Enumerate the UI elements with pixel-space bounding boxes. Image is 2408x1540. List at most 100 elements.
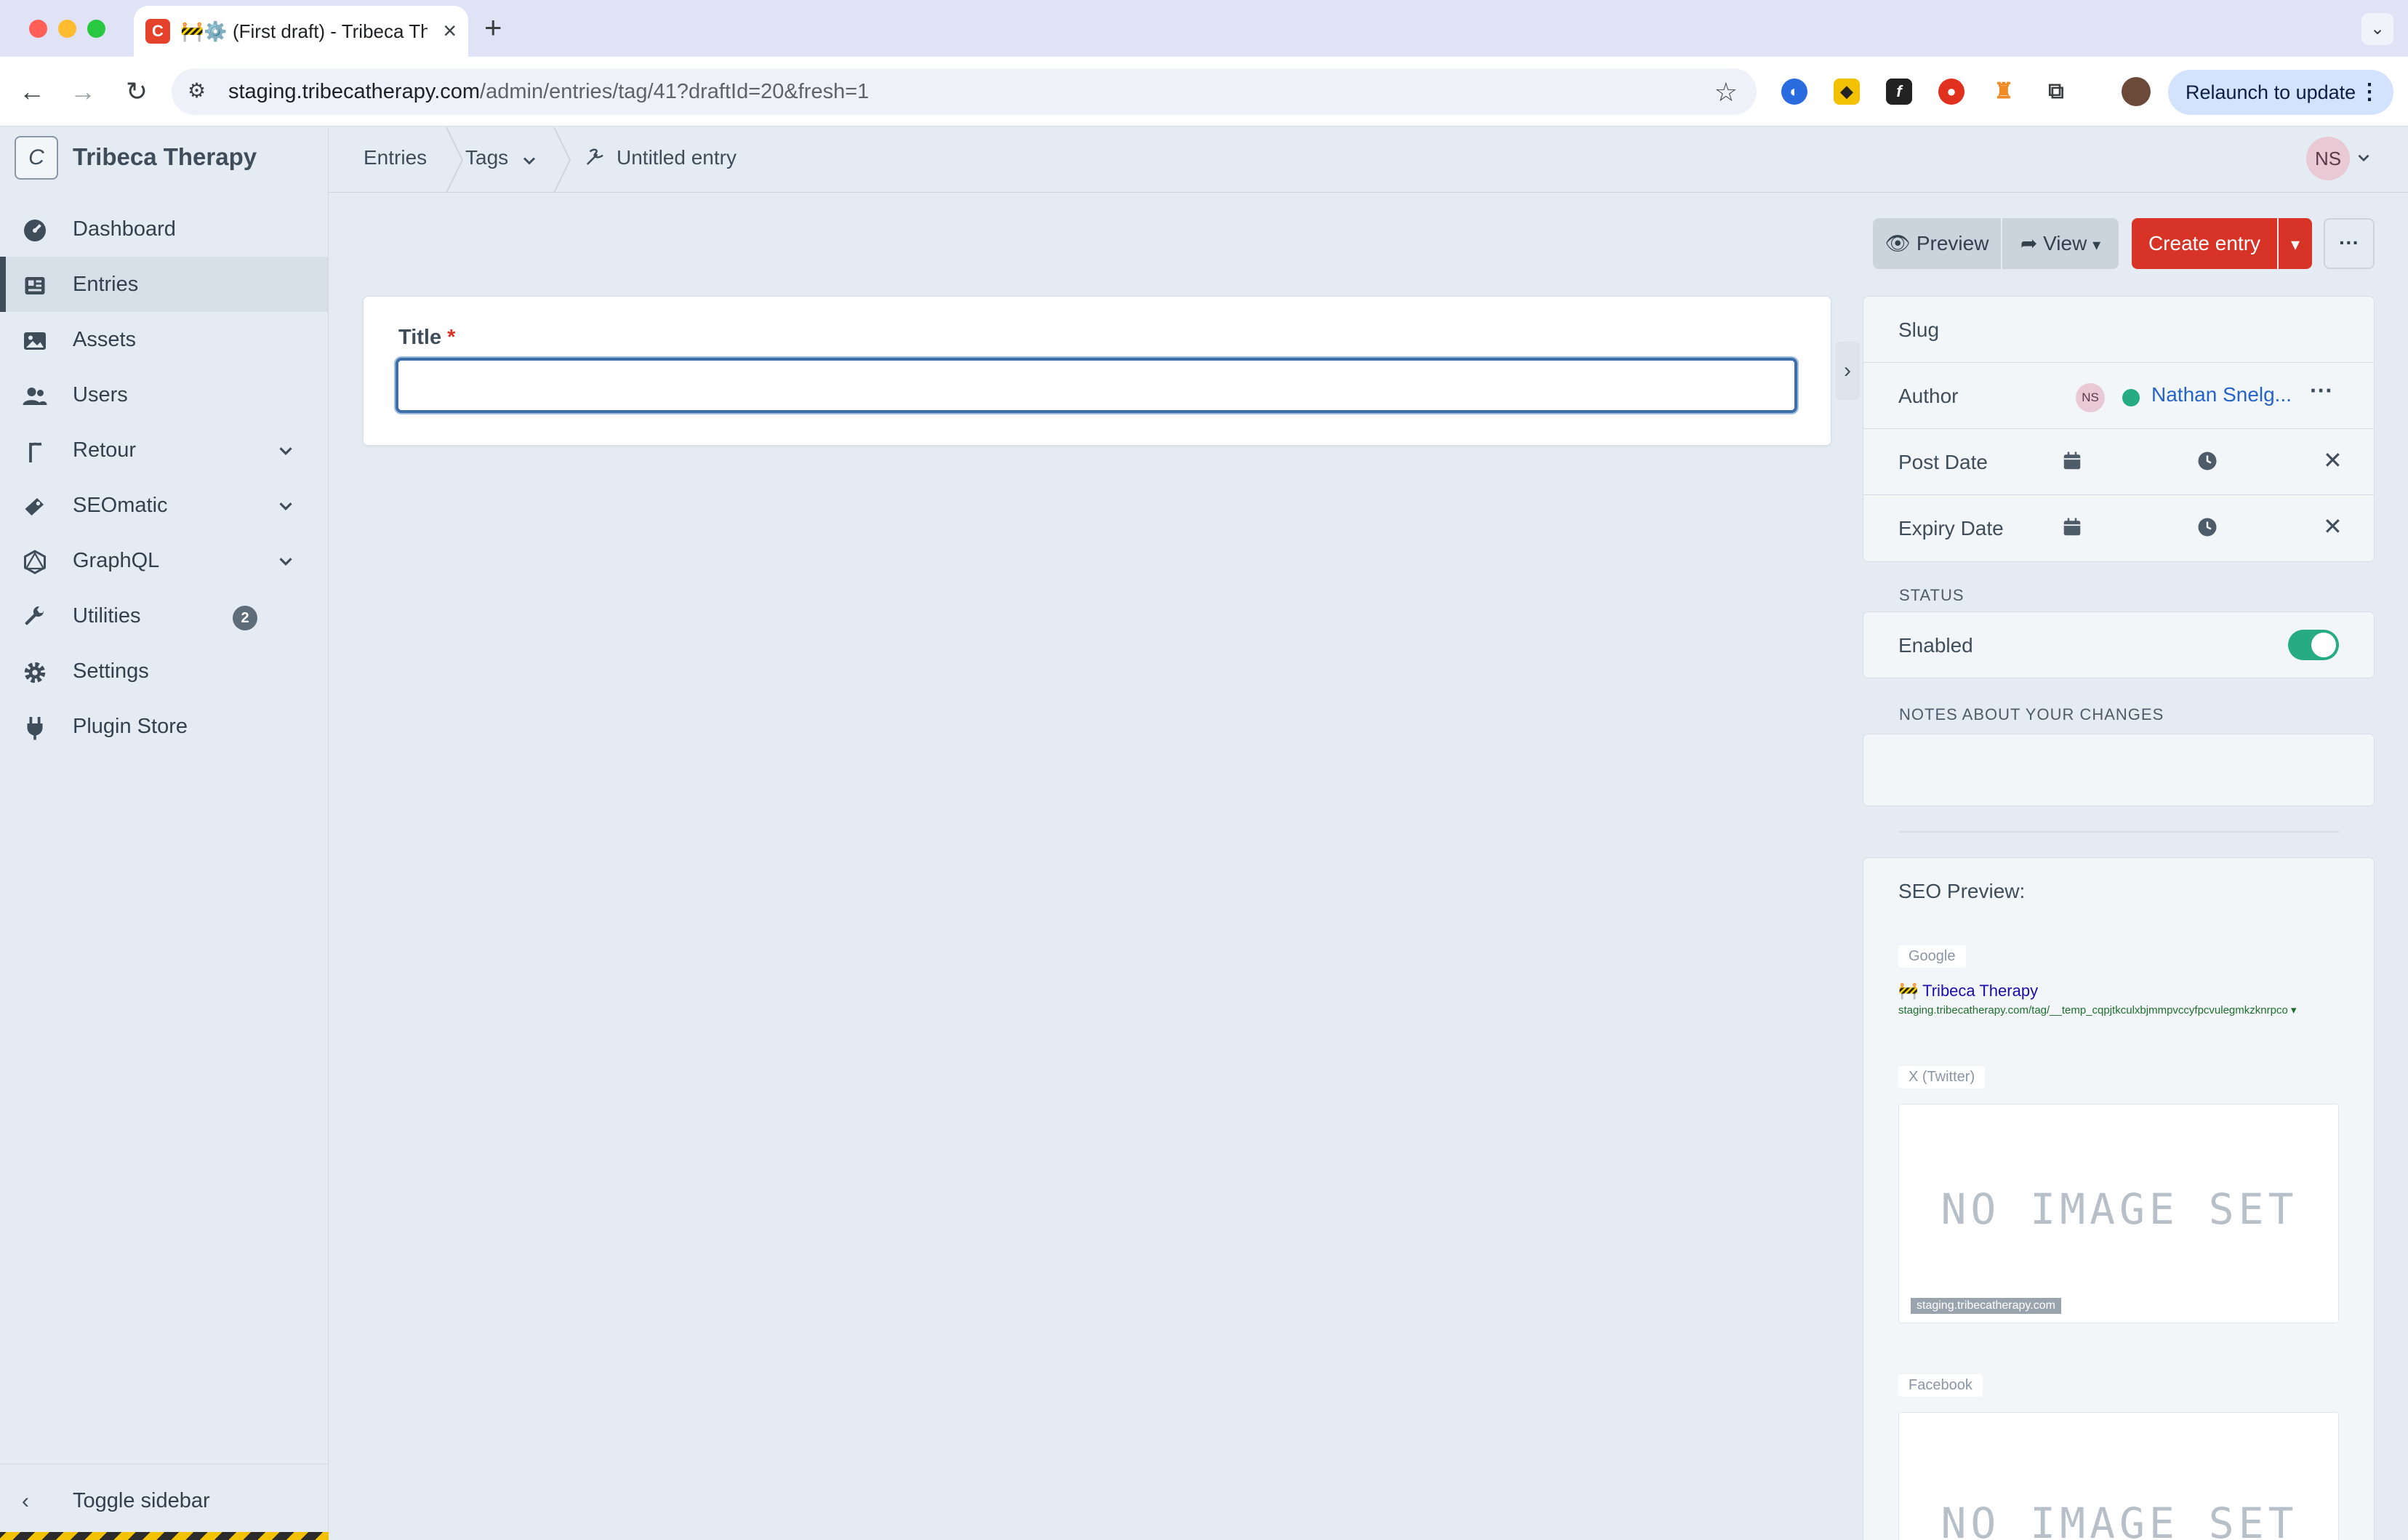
chevron-down-icon: ▾ — [2092, 236, 2101, 254]
create-entry-menu-button[interactable]: ▾ — [2279, 218, 2312, 269]
enabled-toggle[interactable] — [2288, 630, 2339, 660]
close-window-button[interactable] — [29, 20, 47, 38]
breadcrumb-current: Untitled entry — [617, 146, 737, 169]
graphql-icon — [24, 550, 46, 574]
puzzle-icon[interactable]: ⧉ — [2043, 79, 2069, 105]
browser-tab[interactable]: C 🚧⚙️ (First draft) - Tribeca Therapy × — [134, 6, 468, 57]
f-icon[interactable]: f — [1886, 79, 1912, 105]
browser-toolbar: ← → ↻ ⚙ staging.tribecatherapy.com/admin… — [0, 57, 2408, 127]
view-button[interactable]: ➦ View ▾ — [2002, 218, 2119, 269]
bookmark-star-icon[interactable]: ☆ — [1714, 77, 1738, 108]
url-host: staging.tribecatherapy.com — [228, 80, 481, 103]
author-menu-icon[interactable]: ··· — [2310, 377, 2333, 404]
facebook-preview-label: Facebook — [1898, 1374, 1983, 1397]
sidebar-item-users[interactable]: Users — [0, 367, 328, 422]
share-icon: ➦ — [2020, 232, 2038, 254]
browser-tab-bar: C 🚧⚙️ (First draft) - Tribeca Therapy × … — [0, 0, 2408, 57]
twitter-domain-chip: staging.tribecatherapy.com — [1911, 1298, 2061, 1314]
chevron-down-icon[interactable] — [275, 550, 297, 572]
twitter-preview-card: NO IMAGE SET staging.tribecatherapy.com — [1898, 1104, 2339, 1323]
twitter-preview-label: X (Twitter) — [1898, 1066, 1986, 1088]
sidebar-item-dashboard[interactable]: Dashboard — [0, 201, 328, 257]
user-menu[interactable]: NS — [2306, 137, 2376, 180]
title-input[interactable] — [396, 358, 1797, 413]
sidebar-item-utilities[interactable]: Utilities 2 — [0, 588, 328, 643]
sidebar-footer: ‹ Toggle sidebar — [0, 1464, 329, 1540]
notes-field[interactable] — [1863, 734, 2374, 806]
red-shield-icon[interactable]: ● — [1938, 79, 1964, 105]
url-text: staging.tribecatherapy.com/admin/entries… — [228, 80, 869, 104]
sidebar-item-retour[interactable]: Retour — [0, 422, 328, 478]
author-name-link[interactable]: Nathan Snelg... — [2151, 383, 2292, 406]
relaunch-button[interactable]: Relaunch to update ⋮ — [2168, 70, 2393, 115]
entry-meta-card: Slug Author NS Nathan Snelg... ··· Post … — [1863, 297, 2374, 561]
eye-icon: 👁 — [1885, 232, 1911, 254]
breadcrumb-entries[interactable]: Entries — [364, 146, 427, 169]
author-status-dot — [2122, 389, 2140, 406]
back-button[interactable]: ← — [15, 74, 49, 109]
site-header[interactable]: C Tribeca Therapy — [0, 127, 329, 193]
more-actions-button[interactable]: ··· — [2324, 218, 2375, 269]
users-icon — [23, 388, 47, 405]
forward-button[interactable]: → — [65, 74, 100, 109]
toggle-sidebar-button[interactable]: ‹ Toggle sidebar — [0, 1479, 329, 1523]
wrench-icon — [25, 606, 44, 625]
create-entry-button[interactable]: Create entry — [2132, 218, 2277, 269]
preview-label: Preview — [1916, 232, 1989, 254]
author-label: Author — [1898, 385, 1959, 407]
minimize-window-button[interactable] — [58, 20, 76, 38]
address-bar[interactable]: ⚙ staging.tribecatherapy.com/admin/entri… — [172, 68, 1757, 115]
seo-preview-card: SEO Preview: Google 🚧 Tribeca Therapy st… — [1863, 858, 2374, 1540]
chevron-down-icon[interactable] — [275, 440, 297, 462]
slug-row[interactable]: Slug — [1863, 297, 2374, 363]
yellow-diamond-icon[interactable]: ◆ — [1834, 79, 1860, 105]
sidebar-item-label: Retour — [73, 438, 137, 462]
expiry-date-label: Expiry Date — [1898, 517, 2004, 540]
clock-icon[interactable] — [2196, 516, 2218, 539]
breadcrumb-separator — [553, 127, 571, 193]
sidebar-item-label: Dashboard — [73, 217, 176, 241]
1password-icon[interactable]: ◐ — [1781, 79, 1807, 105]
author-row: Author NS Nathan Snelg... ··· — [1863, 363, 2374, 429]
calendar-icon[interactable] — [2061, 516, 2083, 539]
sidebar-item-seomatic[interactable]: SEOmatic — [0, 478, 328, 533]
sidebar-item-plugin-store[interactable]: Plugin Store — [0, 699, 328, 754]
google-preview-label: Google — [1898, 945, 1966, 968]
breadcrumb-tags[interactable]: Tags — [465, 146, 508, 169]
post-date-row: Post Date ✕ — [1863, 429, 2374, 495]
toggle-sidebar-label: Toggle sidebar — [73, 1489, 210, 1512]
sidebar-item-settings[interactable]: Settings — [0, 643, 328, 699]
site-info-icon[interactable]: ⚙ — [188, 79, 206, 103]
chevron-down-icon[interactable] — [519, 151, 539, 171]
tab-search-button[interactable]: ⌄ — [2361, 13, 2393, 45]
reload-button[interactable]: ↻ — [119, 74, 154, 109]
clear-expiry-date-icon[interactable]: ✕ — [2323, 513, 2343, 540]
facebook-preview-card: NO IMAGE SET — [1898, 1412, 2339, 1540]
chevron-down-icon[interactable] — [275, 495, 297, 517]
title-label-text: Title — [398, 326, 442, 349]
zoom-window-button[interactable] — [87, 20, 105, 38]
breadcrumb-separator — [446, 127, 464, 193]
orange-figure-icon[interactable]: ♜ — [1991, 79, 2017, 105]
profile-avatar[interactable] — [2122, 77, 2151, 106]
signpost-icon — [29, 442, 42, 462]
preview-button[interactable]: 👁 Preview — [1873, 218, 2001, 269]
sidebar-item-label: GraphQL — [73, 549, 160, 572]
clear-post-date-icon[interactable]: ✕ — [2323, 446, 2343, 474]
close-tab-icon[interactable]: × — [443, 17, 457, 44]
draft-icon — [586, 148, 603, 165]
utilities-badge: 2 — [233, 606, 257, 630]
status-card: Enabled — [1863, 612, 2374, 678]
relaunch-label: Relaunch to update — [2186, 81, 2356, 103]
gear-icon — [24, 662, 46, 683]
calendar-icon[interactable] — [2061, 449, 2083, 473]
sidebar-item-entries[interactable]: Entries — [0, 257, 328, 312]
craft-favicon-icon: C — [145, 19, 170, 44]
sidebar-item-assets[interactable]: Assets — [0, 312, 328, 367]
details-pane-toggle[interactable]: › — [1835, 342, 1860, 400]
clock-icon[interactable] — [2196, 449, 2218, 473]
new-tab-button[interactable]: + — [484, 10, 502, 45]
expiry-date-row: Expiry Date ✕ — [1863, 495, 2374, 561]
newspaper-icon — [25, 277, 45, 294]
sidebar-item-graphql[interactable]: GraphQL — [0, 533, 328, 588]
